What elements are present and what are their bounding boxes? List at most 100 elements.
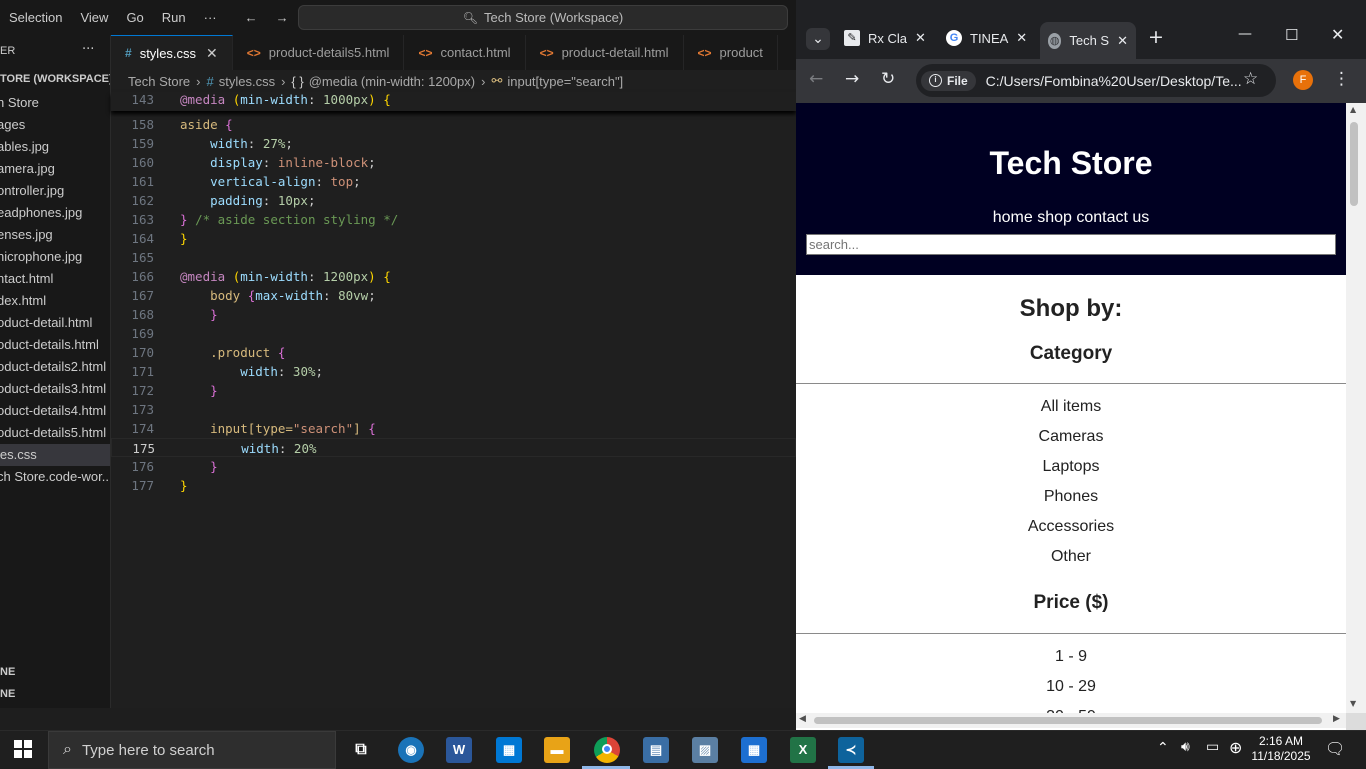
- chrome-tab-rx[interactable]: ✎ Rx Cla ✕: [838, 22, 930, 54]
- windows-start-icon[interactable]: [14, 740, 34, 760]
- price-item[interactable]: 1 - 9: [796, 648, 1346, 666]
- file-tree-item[interactable]: eadphones.jpg: [0, 202, 110, 224]
- file-tree-item[interactable]: amera.jpg: [0, 158, 110, 180]
- file-tree-item[interactable]: ch Store.code-wor...: [0, 466, 110, 488]
- file-tree-item[interactable]: oduct-details3.html: [0, 378, 110, 400]
- category-item[interactable]: Laptops: [796, 458, 1346, 476]
- task-view-icon[interactable]: ⧉: [348, 737, 374, 763]
- scroll-right-icon[interactable]: ▶: [1333, 714, 1340, 724]
- breadcrumb-selector[interactable]: input[type="search"]: [507, 74, 623, 89]
- workspace-title[interactable]: TORE (WORKSPACE): [0, 73, 110, 85]
- file-tree-item[interactable]: oduct-details4.html: [0, 400, 110, 422]
- code-line[interactable]: 162 padding: 10px;: [111, 191, 796, 210]
- scroll-left-icon[interactable]: ◀: [799, 714, 806, 724]
- code-line[interactable]: 173: [111, 400, 796, 419]
- close-tab-icon[interactable]: ✕: [206, 45, 218, 62]
- code-line[interactable]: 174 input[type="search"] {: [111, 419, 796, 438]
- close-tab-icon[interactable]: ✕: [1016, 30, 1027, 46]
- volume-icon[interactable]: 🔊︎: [1181, 739, 1190, 755]
- file-tree-item[interactable]: oduct-details2.html: [0, 356, 110, 378]
- site-nav[interactable]: home shop contact us: [796, 209, 1346, 227]
- battery-icon[interactable]: ▭: [1206, 739, 1219, 755]
- editor-tab[interactable]: <> contact.html: [404, 35, 526, 70]
- category-item[interactable]: Accessories: [796, 518, 1346, 536]
- file-tree-item[interactable]: ontroller.jpg: [0, 180, 110, 202]
- code-editor[interactable]: 157158aside {159 width: 27%;160 display:…: [111, 92, 796, 708]
- file-tree-item[interactable]: ntact.html: [0, 268, 110, 290]
- reload-icon[interactable]: ↻: [881, 69, 895, 89]
- editor-tab[interactable]: # styles.css ✕: [111, 35, 233, 70]
- minimize-icon[interactable]: —: [1238, 26, 1252, 42]
- chrome-tab-tinea[interactable]: G TINEA ✕: [940, 22, 1032, 54]
- file-tree-item[interactable]: ages: [0, 114, 110, 136]
- profile-avatar[interactable]: F: [1293, 70, 1313, 90]
- breadcrumb-root[interactable]: Tech Store: [128, 74, 190, 89]
- vertical-scroll-thumb[interactable]: [1350, 122, 1358, 206]
- file-tree-item[interactable]: oduct-detail.html: [0, 312, 110, 334]
- category-item[interactable]: Cameras: [796, 428, 1346, 446]
- chevron-up-icon[interactable]: ⌃: [1157, 740, 1169, 756]
- tab-search-chevron-icon[interactable]: ⌄: [806, 28, 830, 50]
- calculator-icon[interactable]: ▤: [643, 737, 669, 763]
- forward-icon[interactable]: →: [845, 69, 859, 89]
- vscode-icon[interactable]: ≺: [838, 737, 864, 763]
- code-line[interactable]: 159 width: 27%;: [111, 134, 796, 153]
- price-item[interactable]: 10 - 29: [796, 678, 1346, 696]
- file-tree-item[interactable]: oduct-details5.html: [0, 422, 110, 444]
- menu-selection[interactable]: Selection: [0, 10, 71, 25]
- category-item[interactable]: Phones: [796, 488, 1346, 506]
- address-bar[interactable]: i File C:/Users/Fombina%20User/Desktop/T…: [916, 64, 1276, 97]
- store-icon[interactable]: ▦: [496, 737, 522, 763]
- code-line[interactable]: 158 aside {: [111, 115, 796, 134]
- editor-tab[interactable]: <> product: [683, 35, 778, 70]
- close-tab-icon[interactable]: ✕: [1117, 33, 1128, 49]
- photos-icon[interactable]: ▨: [692, 737, 718, 763]
- menu-view[interactable]: View: [71, 10, 117, 25]
- code-line[interactable]: 172 }: [111, 381, 796, 400]
- file-tree-item[interactable]: h Store: [0, 92, 110, 114]
- code-line[interactable]: 170 .product {: [111, 343, 796, 362]
- close-tab-icon[interactable]: ✕: [915, 30, 926, 46]
- bookmark-star-icon[interactable]: ☆: [1243, 69, 1258, 89]
- network-globe-icon[interactable]: ⊕: [1229, 738, 1242, 757]
- maximize-icon[interactable]: ☐: [1285, 26, 1298, 44]
- code-line[interactable]: 167 body {max-width: 80vw;: [111, 286, 796, 305]
- scroll-up-icon[interactable]: ▲: [1350, 105, 1356, 114]
- timeline-section[interactable]: NE: [0, 688, 15, 700]
- command-center[interactable]: 🔍︎ Tech Store (Workspace): [298, 5, 788, 30]
- breadcrumb-media[interactable]: @media (min-width: 1200px): [309, 74, 475, 89]
- sticky-scroll-line[interactable]: 143 @media (min-width: 1000px) {: [111, 92, 796, 111]
- file-tree-item[interactable]: ables.jpg: [0, 136, 110, 158]
- clock[interactable]: 2:16 AM 11/18/2025: [1250, 734, 1312, 764]
- scroll-down-icon[interactable]: ▼: [1350, 699, 1356, 708]
- menu-go[interactable]: Go: [117, 10, 152, 25]
- editor-tab[interactable]: <> product-detail.html: [525, 35, 684, 70]
- horizontal-scroll-thumb[interactable]: [814, 717, 1322, 724]
- file-tree-item[interactable]: nicrophone.jpg: [0, 246, 110, 268]
- nav-forward-icon[interactable]: →: [267, 10, 298, 25]
- code-line[interactable]: 175 width: 20%: [111, 438, 796, 457]
- code-line[interactable]: 164}: [111, 229, 796, 248]
- file-tree-item[interactable]: dex.html: [0, 290, 110, 312]
- outline-section[interactable]: NE: [0, 666, 15, 678]
- code-line[interactable]: 171 width: 30%;: [111, 362, 796, 381]
- calendar-icon[interactable]: ▦: [741, 737, 767, 763]
- chrome-tab-techstore[interactable]: ◍ Tech S ✕: [1040, 22, 1136, 59]
- chrome-icon[interactable]: [594, 737, 620, 763]
- new-tab-icon[interactable]: +: [1148, 26, 1164, 48]
- word-icon[interactable]: W: [446, 737, 472, 763]
- globe-app-icon[interactable]: ◉: [398, 737, 424, 763]
- site-info-chip[interactable]: i File: [921, 70, 976, 91]
- menu-kebab-icon[interactable]: ⋮: [1333, 69, 1350, 89]
- category-item[interactable]: Other: [796, 548, 1346, 566]
- menu-more[interactable]: ···: [195, 10, 226, 25]
- breadcrumb-file[interactable]: styles.css: [219, 74, 275, 89]
- code-line[interactable]: 165: [111, 248, 796, 267]
- nav-back-icon[interactable]: ←: [236, 10, 267, 25]
- file-tree-item[interactable]: les.css: [0, 444, 110, 466]
- excel-icon[interactable]: X: [790, 737, 816, 763]
- site-search-input[interactable]: search...: [806, 234, 1336, 255]
- notification-icon[interactable]: 🗨︎: [1325, 739, 1345, 758]
- close-window-icon[interactable]: ✕: [1331, 25, 1344, 44]
- explorer-more-icon[interactable]: ···: [82, 42, 94, 57]
